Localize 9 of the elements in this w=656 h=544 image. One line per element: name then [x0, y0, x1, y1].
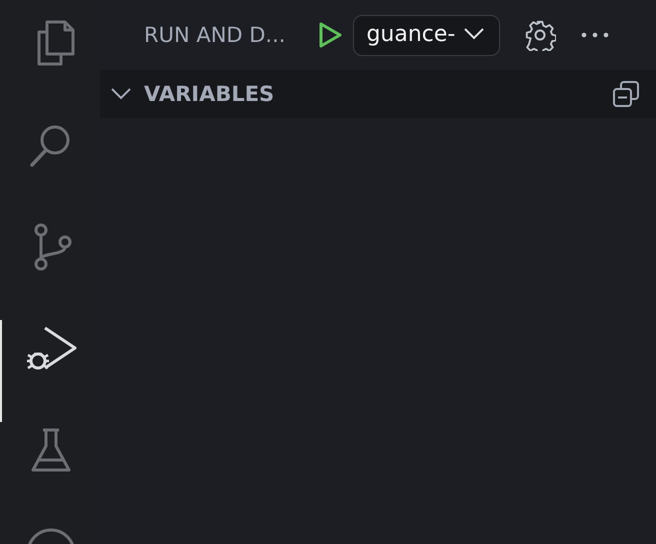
section-header[interactable]: VARIABLES — [100, 70, 656, 118]
more-icon[interactable] — [580, 31, 610, 39]
start-debugging-icon[interactable] — [317, 21, 344, 49]
configuration-dropdown[interactable]: guance- — [353, 14, 500, 56]
chevron-icon — [463, 27, 486, 41]
section-title: VARIABLES — [144, 82, 276, 106]
panel-title: RUN AND D... — [144, 23, 286, 47]
settings-icon[interactable] — [524, 19, 556, 51]
collapse-all-icon[interactable] — [612, 80, 640, 108]
